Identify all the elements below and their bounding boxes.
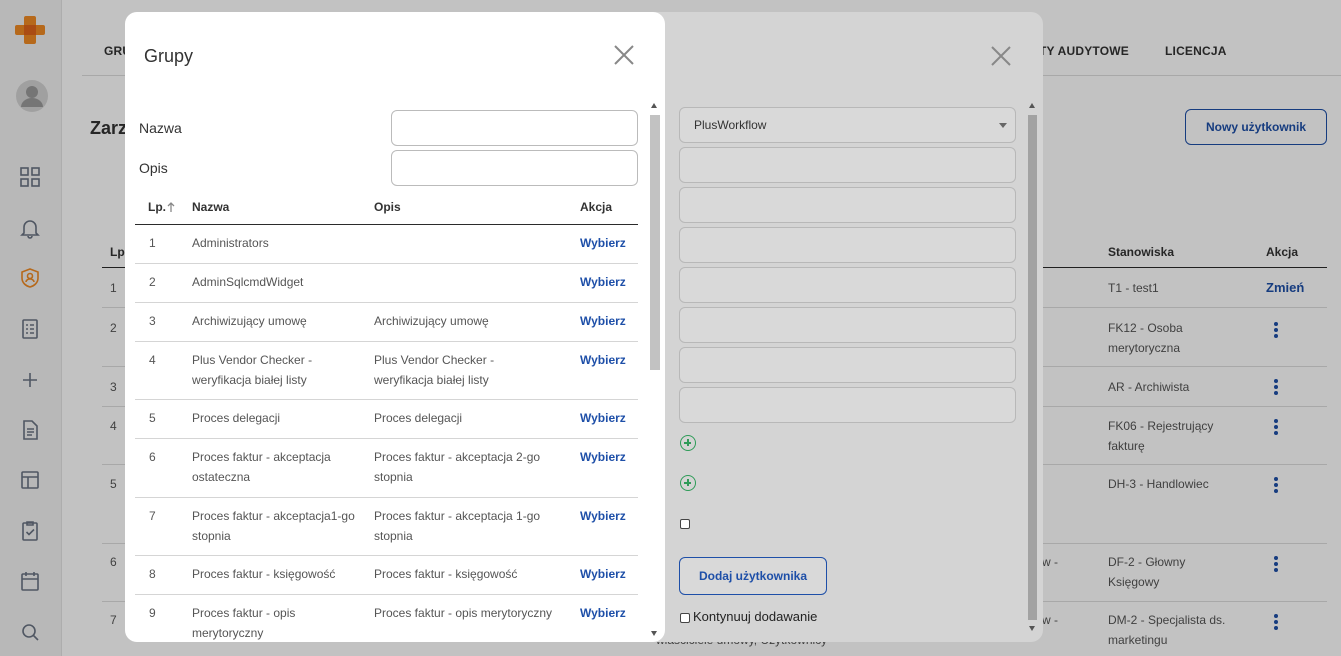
- form-field[interactable]: [679, 307, 1016, 343]
- select-link[interactable]: Wybierz: [580, 507, 626, 527]
- scrollbar-thumb[interactable]: [1028, 115, 1037, 620]
- column-header-action: Akcja: [580, 200, 613, 214]
- scrollbar[interactable]: [1025, 97, 1039, 637]
- scrollbar[interactable]: [647, 97, 661, 642]
- select-link[interactable]: Wybierz: [580, 351, 626, 371]
- column-header-name[interactable]: Nazwa: [192, 200, 229, 214]
- row-name: AdminSqlcmdWidget: [192, 275, 304, 289]
- form-field[interactable]: [679, 387, 1016, 423]
- row-name: Proces faktur - akceptacja1-go stopnia: [192, 509, 355, 543]
- add-circle-icon[interactable]: [680, 435, 696, 451]
- scroll-down-icon[interactable]: [1029, 626, 1035, 631]
- add-user-button[interactable]: Dodaj użytkownika: [679, 557, 827, 595]
- select-link[interactable]: Wybierz: [580, 565, 626, 585]
- select-link[interactable]: Wybierz: [580, 234, 626, 254]
- row-desc: Plus Vendor Checker - weryfikacja białej…: [374, 353, 495, 387]
- scrollbar-thumb[interactable]: [650, 115, 660, 370]
- row-name: Proces delegacji: [192, 411, 281, 425]
- continue-adding-label: Kontynuuj dodawanie: [693, 609, 818, 624]
- column-header-lp[interactable]: Lp.: [148, 200, 166, 214]
- row-desc: Proces faktur - księgowość: [374, 567, 518, 581]
- row-name: Plus Vendor Checker - weryfikacja białej…: [192, 353, 313, 387]
- table-row: 3 Archiwizujący umowę Archiwizujący umow…: [135, 303, 638, 342]
- filter-name-label: Nazwa: [139, 120, 182, 136]
- row-lp: 3: [149, 314, 156, 328]
- filter-desc-input[interactable]: [391, 150, 638, 186]
- row-name: Proces faktur - księgowość: [192, 567, 336, 581]
- table-row: 7 Proces faktur - akceptacja1-go stopnia…: [135, 498, 638, 556]
- row-name: Proces faktur - akceptacja ostateczna: [192, 450, 331, 484]
- workflow-select-value: PlusWorkflow: [694, 118, 767, 132]
- column-header-desc[interactable]: Opis: [374, 200, 401, 214]
- form-field[interactable]: [679, 347, 1016, 383]
- select-link[interactable]: Wybierz: [580, 409, 626, 429]
- row-lp: 4: [149, 353, 156, 367]
- row-lp: 2: [149, 275, 156, 289]
- form-field[interactable]: [679, 187, 1016, 223]
- row-desc: Proces faktur - akceptacja 1-go stopnia: [374, 509, 541, 543]
- table-row: 2 AdminSqlcmdWidget Wybierz: [135, 264, 638, 303]
- scroll-down-icon[interactable]: [651, 631, 657, 636]
- row-lp: 5: [149, 411, 156, 425]
- row-lp: 7: [149, 509, 156, 523]
- table-row: 4 Plus Vendor Checker - weryfikacja biał…: [135, 342, 638, 400]
- row-desc: Proces faktur - opis merytoryczny: [374, 606, 553, 620]
- table-row: 6 Proces faktur - akceptacja ostateczna …: [135, 439, 638, 498]
- select-link[interactable]: Wybierz: [580, 312, 626, 332]
- table-row: 9 Proces faktur - opis merytoryczny Proc…: [135, 595, 638, 642]
- modal-title: Grupy: [144, 46, 194, 66]
- select-link[interactable]: Wybierz: [580, 604, 626, 624]
- row-name: Administrators: [192, 236, 269, 250]
- select-link[interactable]: Wybierz: [580, 273, 626, 293]
- add-circle-icon[interactable]: [680, 475, 696, 491]
- scroll-up-icon[interactable]: [651, 103, 657, 108]
- filter-desc-label: Opis: [139, 160, 168, 176]
- chevron-down-icon: [999, 123, 1007, 128]
- row-desc: Proces faktur - akceptacja 2-go stopnia: [374, 450, 541, 484]
- scroll-up-icon[interactable]: [1029, 103, 1035, 108]
- close-icon[interactable]: [612, 43, 636, 67]
- continue-adding-checkbox[interactable]: [680, 613, 690, 623]
- row-desc: Proces delegacji: [374, 411, 463, 425]
- form-field[interactable]: [679, 147, 1016, 183]
- row-name: Proces faktur - opis merytoryczny: [192, 606, 296, 640]
- sort-ascending-icon[interactable]: [166, 201, 176, 213]
- table-row: 8 Proces faktur - księgowość Proces fakt…: [135, 556, 638, 595]
- row-lp: 9: [149, 606, 156, 620]
- row-desc: Archiwizujący umowę: [374, 314, 489, 328]
- select-link[interactable]: Wybierz: [580, 448, 626, 468]
- form-field[interactable]: [679, 267, 1016, 303]
- workflow-select[interactable]: PlusWorkflow: [679, 107, 1016, 143]
- row-lp: 1: [149, 236, 156, 250]
- checkbox[interactable]: [680, 519, 690, 529]
- groups-modal: Grupy Nazwa Opis Lp. Nazwa Opis Akcja 1 …: [125, 12, 665, 642]
- form-field[interactable]: [679, 227, 1016, 263]
- table-row: 5 Proces delegacji Proces delegacji Wybi…: [135, 400, 638, 439]
- filter-name-input[interactable]: [391, 110, 638, 146]
- table-row: 1 Administrators Wybierz: [135, 225, 638, 264]
- close-icon[interactable]: [989, 44, 1013, 68]
- row-lp: 6: [149, 450, 156, 464]
- row-name: Archiwizujący umowę: [192, 314, 307, 328]
- row-lp: 8: [149, 567, 156, 581]
